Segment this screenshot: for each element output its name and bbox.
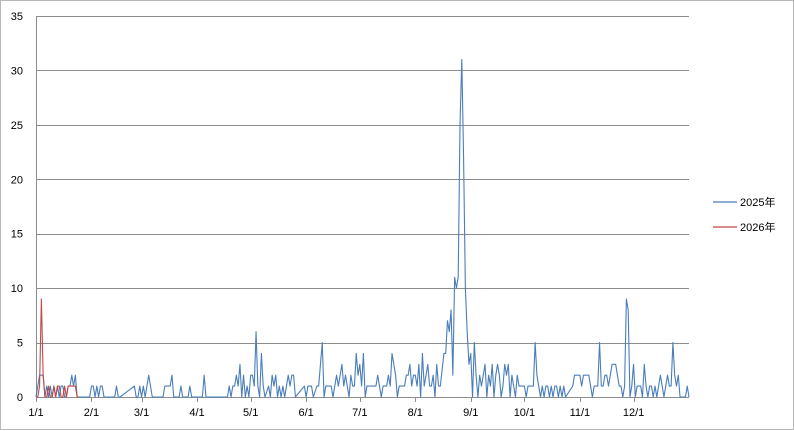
- legend-label-2: 2026年: [740, 220, 775, 234]
- chart-frame: 0 5 10 15 20 25 30 35 1/1 2/1 3/1 4/1 5/1 6/1 7/1 8/1 9/…: [0, 0, 794, 430]
- x-tick-label: 9/1: [463, 407, 478, 419]
- series-line-1: [35, 58, 690, 398]
- y-tick-label: 35: [11, 11, 23, 23]
- legend-label-1: 2025年: [740, 195, 775, 209]
- y-tick-label: 5: [17, 338, 23, 350]
- x-tick-label: 8/1: [408, 407, 423, 419]
- y-tick-label: 20: [11, 174, 23, 186]
- x-tick-label: 7/1: [352, 407, 367, 419]
- x-tick-label: 12/1: [623, 407, 644, 419]
- x-tick-label: 6/1: [298, 407, 313, 419]
- x-tick-label: 5/1: [243, 407, 258, 419]
- y-tick-label: 25: [11, 120, 23, 132]
- x-tick-label: 3/1: [134, 407, 149, 419]
- x-tick-label: 4/1: [189, 407, 204, 419]
- x-tick-label: 11/1: [570, 407, 591, 419]
- x-tick-label: 1/1: [28, 407, 43, 419]
- y-tick-label: 0: [17, 392, 23, 404]
- y-tick-label: 30: [11, 65, 23, 77]
- x-tick-label: 10/1: [514, 407, 535, 419]
- y-tick-label: 10: [11, 283, 23, 295]
- x-tick-label: 2/1: [84, 407, 99, 419]
- line-chart: 0 5 10 15 20 25 30 35 1/1 2/1 3/1 4/1 5/1 6/1 7/1 8/1 9/…: [11, 11, 776, 419]
- y-tick-label: 15: [11, 229, 23, 241]
